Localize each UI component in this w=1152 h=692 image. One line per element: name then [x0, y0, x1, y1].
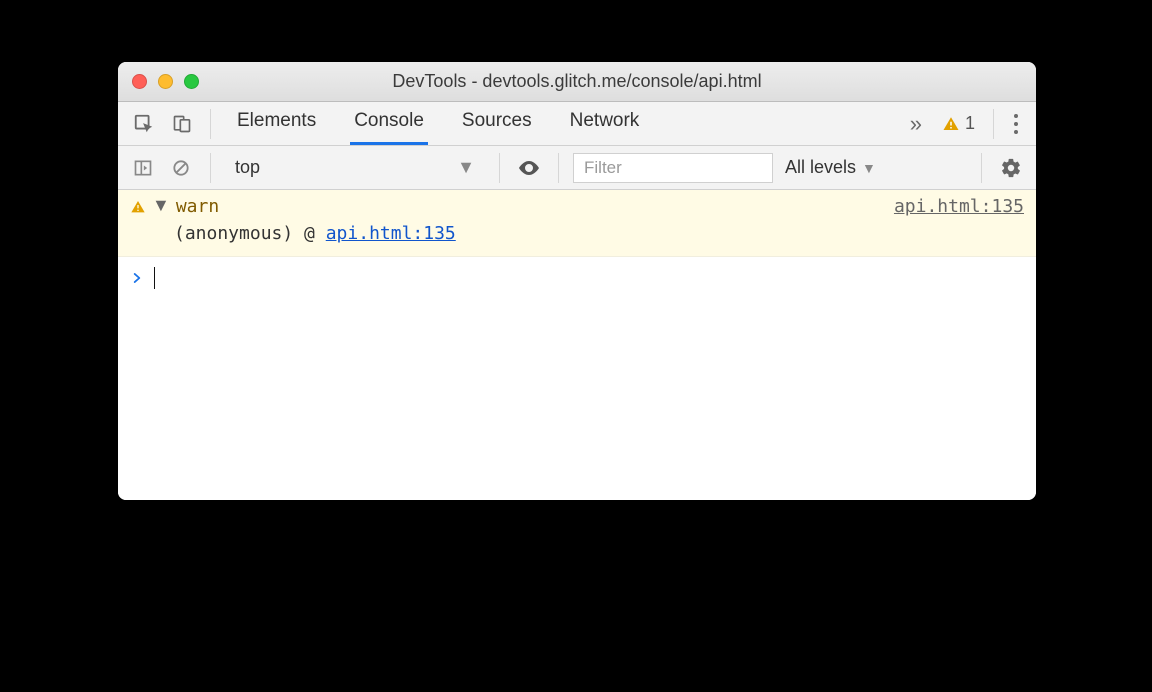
chevron-down-icon: ▼	[862, 160, 876, 176]
console-warning[interactable]: ▼ warn api.html:135 (anonymous) @ api.ht…	[118, 190, 1036, 257]
titlebar: DevTools - devtools.glitch.me/console/ap…	[118, 62, 1036, 102]
filter-input[interactable]	[573, 153, 773, 183]
minimize-icon[interactable]	[158, 74, 173, 89]
divider	[210, 109, 211, 139]
tab-network[interactable]: Network	[566, 102, 644, 145]
divider	[558, 153, 559, 183]
console-prompt[interactable]	[118, 257, 1036, 300]
device-toolbar-icon[interactable]	[166, 108, 198, 140]
live-expression-icon[interactable]	[514, 153, 544, 183]
toggle-sidebar-icon[interactable]	[128, 153, 158, 183]
settings-icon[interactable]	[996, 153, 1026, 183]
warnings-badge[interactable]: 1	[942, 113, 975, 134]
stack-frame-link[interactable]: api.html:135	[326, 223, 456, 244]
warning-message: warn	[176, 196, 219, 217]
context-selector[interactable]: top ▼	[225, 153, 485, 183]
divider	[993, 109, 994, 139]
disclosure-triangle-icon[interactable]: ▼	[152, 195, 170, 216]
stack-frame-text: (anonymous) @	[174, 223, 326, 244]
console-output: ▼ warn api.html:135 (anonymous) @ api.ht…	[118, 190, 1036, 500]
log-levels-selector[interactable]: All levels ▼	[785, 157, 876, 178]
divider	[981, 153, 982, 183]
tab-sources[interactable]: Sources	[458, 102, 536, 145]
clear-console-icon[interactable]	[166, 153, 196, 183]
warning-icon	[130, 199, 146, 215]
window-title: DevTools - devtools.glitch.me/console/ap…	[118, 71, 1036, 92]
close-icon[interactable]	[132, 74, 147, 89]
tabs: Elements Console Sources Network	[233, 102, 643, 145]
warnings-count: 1	[965, 113, 975, 134]
context-value: top	[235, 157, 260, 178]
divider	[499, 153, 500, 183]
log-levels-label: All levels	[785, 157, 856, 178]
devtools-window: DevTools - devtools.glitch.me/console/ap…	[118, 62, 1036, 500]
text-cursor	[154, 267, 155, 289]
stack-frame: (anonymous) @ api.html:135	[130, 223, 1024, 244]
tab-console[interactable]: Console	[350, 102, 428, 145]
warning-source-link[interactable]: api.html:135	[894, 196, 1024, 217]
divider	[210, 153, 211, 183]
menu-icon[interactable]	[1006, 114, 1026, 134]
chevron-down-icon: ▼	[457, 157, 475, 178]
console-toolbar: top ▼ All levels ▼	[118, 146, 1036, 190]
zoom-icon[interactable]	[184, 74, 199, 89]
window-traffic-lights	[132, 74, 199, 89]
more-tabs-icon[interactable]: »	[910, 111, 922, 137]
prompt-chevron-icon	[130, 271, 144, 285]
inspect-element-icon[interactable]	[128, 108, 160, 140]
tabbar: Elements Console Sources Network » 1	[118, 102, 1036, 146]
tab-elements[interactable]: Elements	[233, 102, 320, 145]
